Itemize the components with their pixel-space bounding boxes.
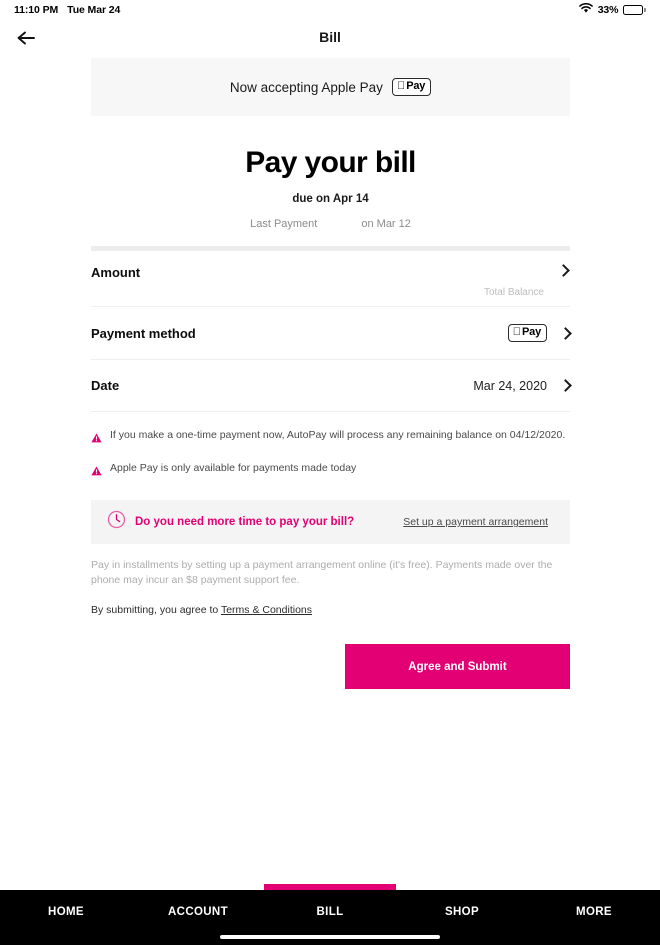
hero-heading: Pay your bill xyxy=(245,146,416,179)
last-payment-label: Last Payment xyxy=(250,218,318,230)
row-date-value: Mar 24, 2020 xyxy=(473,378,547,393)
fineprint-text: Pay in installments by setting up a paym… xyxy=(91,559,553,587)
page-title: Bill xyxy=(319,29,341,45)
warning-text: If you make a one-time payment now, Auto… xyxy=(110,429,566,441)
apple-pay-badge-word: Pay xyxy=(402,80,425,92)
row-payment-method-label: Payment method xyxy=(91,325,196,341)
battery-percent-label: 33% xyxy=(597,4,619,16)
apple-pay-badge:  Pay xyxy=(391,78,432,96)
row-amount[interactable]: Amount Total Balance xyxy=(91,251,570,307)
warnings-list: If you make a one-time payment now, Auto… xyxy=(91,412,570,481)
apple-pay-badge-word: Pay xyxy=(522,326,541,338)
status-date: Tue Mar 24 xyxy=(67,4,121,16)
row-date-label: Date xyxy=(91,378,120,393)
home-indicator[interactable] xyxy=(220,935,440,939)
app-root: 11:10 PM Tue Mar 24 33% Bill Now accepti… xyxy=(0,0,660,945)
clock-icon xyxy=(107,510,126,534)
tab-bill[interactable]: BILL xyxy=(264,906,396,918)
row-payment-method[interactable]: Payment method  Pay xyxy=(91,307,572,360)
chevron-right-icon xyxy=(559,326,572,340)
warning-triangle-icon xyxy=(91,463,102,481)
row-date-right: Mar 24, 2020 xyxy=(473,378,572,393)
chevron-right-icon xyxy=(557,264,570,277)
bottom-tab-bar: HOME ACCOUNT BILL SHOP MORE xyxy=(0,890,660,945)
last-payment-date: on Mar 12 xyxy=(361,218,411,230)
wifi-icon xyxy=(578,3,593,17)
row-date[interactable]: Date Mar 24, 2020 xyxy=(91,360,572,412)
hero-section: Pay your bill due on Apr 14 Last Payment… xyxy=(91,116,570,230)
payment-arrangement-banner: Do you need more time to pay your bill? … xyxy=(91,500,570,544)
terms-and-conditions-link[interactable]: Terms & Conditions xyxy=(221,604,312,616)
battery-icon xyxy=(623,5,646,15)
row-amount-subnote: Total Balance xyxy=(483,287,544,298)
tab-home[interactable]: HOME xyxy=(0,906,132,918)
status-time: 11:10 PM xyxy=(14,4,59,16)
set-up-payment-arrangement-link[interactable]: Set up a payment arrangement xyxy=(403,516,548,528)
tab-shop[interactable]: SHOP xyxy=(396,906,528,918)
main-content: Now accepting Apple Pay  Pay Pay your b… xyxy=(91,58,572,690)
tab-more[interactable]: MORE xyxy=(528,906,660,918)
last-payment-row: Last Payment on Mar 12 xyxy=(91,218,570,230)
chevron-right-icon xyxy=(559,379,572,392)
payment-arrangement-title: Do you need more time to pay your bill? xyxy=(135,516,355,528)
apple-pay-banner: Now accepting Apple Pay  Pay xyxy=(91,58,570,116)
row-payment-method-right:  Pay xyxy=(507,324,572,342)
apple-logo-icon:  xyxy=(513,326,521,338)
row-amount-label: Amount xyxy=(91,265,141,280)
status-bar-right: 33% xyxy=(578,3,646,17)
warning-item: Apple Pay is only available for payments… xyxy=(91,461,570,481)
terms-prefix: By submitting, you agree to xyxy=(91,604,221,617)
apple-pay-banner-text: Now accepting Apple Pay xyxy=(229,79,383,95)
navigation-header: Bill xyxy=(0,22,660,56)
tab-account[interactable]: ACCOUNT xyxy=(132,906,264,918)
terms-line: By submitting, you agree to Terms & Cond… xyxy=(91,604,570,616)
warning-triangle-icon xyxy=(91,430,102,448)
submit-button-wrap: Agree and Submit xyxy=(91,644,570,690)
warning-item: If you make a one-time payment now, Auto… xyxy=(91,428,570,448)
apple-pay-badge:  Pay xyxy=(507,324,547,342)
status-bar: 11:10 PM Tue Mar 24 33% xyxy=(0,0,660,20)
apple-logo-icon:  xyxy=(397,80,405,92)
due-date-text: due on Apr 14 xyxy=(292,193,369,205)
warning-text: Apple Pay is only available for payments… xyxy=(110,462,357,474)
payment-arrangement-left: Do you need more time to pay your bill? xyxy=(107,510,354,534)
status-bar-left: 11:10 PM Tue Mar 24 xyxy=(14,4,120,16)
agree-and-submit-button[interactable]: Agree and Submit xyxy=(345,644,570,690)
